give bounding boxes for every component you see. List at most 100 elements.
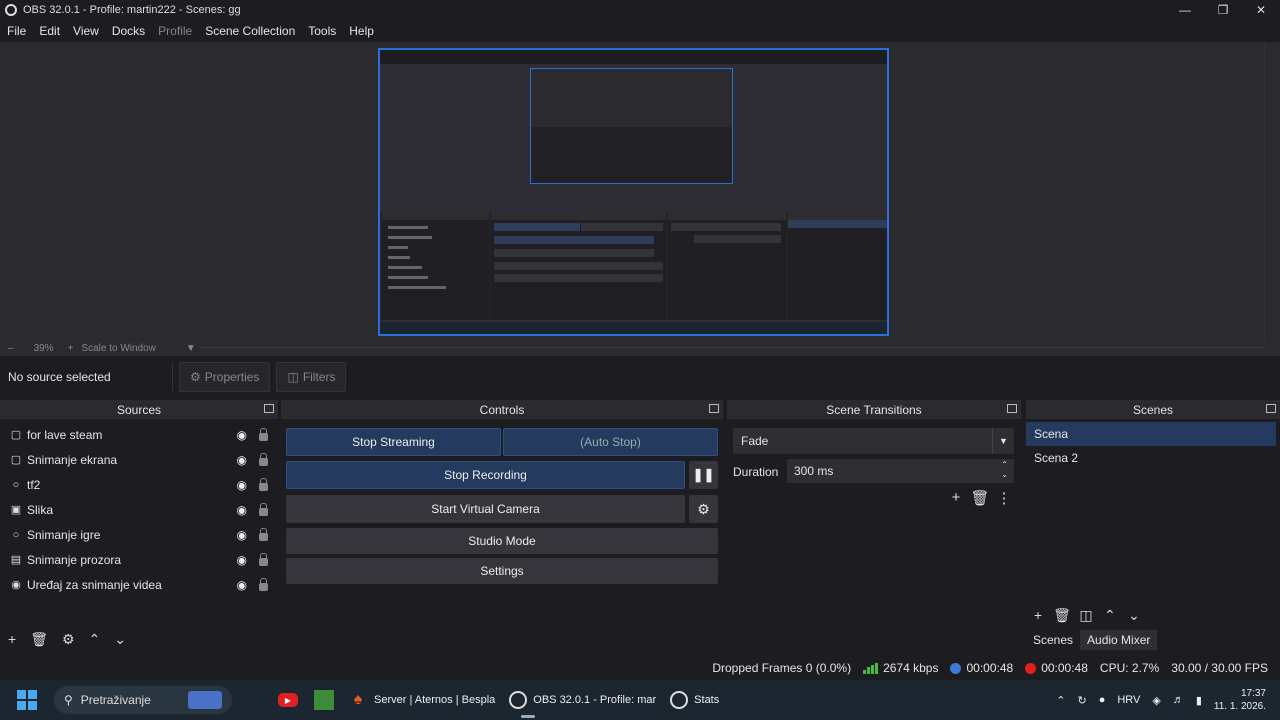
source-item[interactable]: ▢ for lave steam ◉ (0, 422, 278, 447)
transition-menu-button[interactable]: ⋮ (992, 489, 1016, 507)
tab-audio-mixer[interactable]: Audio Mixer (1080, 630, 1158, 650)
undock-icon[interactable] (1007, 404, 1017, 413)
youtube-app-icon[interactable]: ▶ (278, 682, 304, 718)
settings-button[interactable]: Settings (286, 558, 718, 584)
restore-button[interactable]: ❐ (1204, 0, 1242, 20)
system-tray: ⌃ ↻ ● HRV ◈ ♬ ▮ 17:37 11. 1. 2026. (1056, 680, 1280, 720)
lock-icon[interactable] (259, 528, 268, 541)
visibility-eye-icon[interactable]: ◉ (237, 428, 247, 442)
taskbar-app-stats[interactable]: Stats (670, 682, 719, 718)
visibility-eye-icon[interactable]: ◉ (237, 553, 247, 567)
studio-mode-button[interactable]: Studio Mode (286, 528, 718, 554)
zoom-out-button[interactable]: – (8, 343, 14, 354)
preview-canvas[interactable] (378, 48, 889, 336)
language-indicator[interactable]: HRV (1117, 694, 1140, 706)
move-down-button[interactable]: ⌄ (114, 631, 126, 648)
remove-source-button[interactable]: 🗑 (30, 631, 48, 648)
wifi-icon[interactable]: ◈ (1152, 694, 1160, 707)
scene-filters-button[interactable]: ◫ (1074, 607, 1098, 624)
lock-icon[interactable] (259, 553, 268, 566)
lock-icon[interactable] (259, 503, 268, 516)
visibility-eye-icon[interactable]: ◉ (237, 528, 247, 542)
virtual-camera-settings-button[interactable]: ⚙ (689, 495, 718, 523)
source-name: Snimanje ekrana (27, 452, 118, 467)
add-source-button[interactable]: + (8, 631, 16, 647)
add-transition-button[interactable]: + (944, 489, 968, 507)
scenes-header: Scenes (1026, 400, 1280, 419)
duration-input[interactable]: 300 ms ⌃ ⌄ (787, 459, 1014, 483)
sources-list: ▢ for lave steam ◉ ▢ Snimanje ekrana ◉ ○… (0, 422, 278, 597)
undock-icon[interactable] (264, 404, 274, 413)
source-item[interactable]: ▣ Slika ◉ (0, 497, 278, 522)
move-up-button[interactable]: ⌃ (89, 631, 101, 648)
chevron-down-icon[interactable]: ▼ (186, 343, 196, 354)
streaming-icon (950, 662, 962, 674)
lock-icon[interactable] (259, 428, 268, 441)
bitrate-value: 2674 kbps (883, 661, 939, 675)
stop-streaming-button[interactable]: Stop Streaming (286, 428, 501, 456)
menu-file[interactable]: File (7, 24, 26, 38)
windows-start-icon[interactable] (17, 690, 37, 710)
visibility-eye-icon[interactable]: ◉ (237, 503, 247, 517)
stop-recording-button[interactable]: Stop Recording (286, 461, 685, 489)
chevron-up-icon[interactable]: ⌃ (1056, 694, 1065, 707)
properties-button[interactable]: ⚙ Properties (179, 362, 271, 392)
add-scene-button[interactable]: + (1026, 607, 1050, 624)
menu-tools[interactable]: Tools (308, 24, 336, 38)
lock-icon[interactable] (259, 478, 268, 491)
visibility-eye-icon[interactable]: ◉ (237, 578, 247, 592)
source-item[interactable]: ○ tf2 ◉ (0, 472, 278, 497)
visibility-eye-icon[interactable]: ◉ (237, 478, 247, 492)
transition-select[interactable]: Fade ▼ (733, 428, 1014, 454)
source-properties-button[interactable]: ⚙ (62, 631, 75, 648)
lock-icon[interactable] (259, 453, 268, 466)
menu-docks[interactable]: Docks (112, 24, 145, 38)
scene-item[interactable]: Scena 2 (1026, 446, 1276, 470)
source-name: for lave steam (27, 427, 103, 442)
clock[interactable]: 17:37 11. 1. 2026. (1214, 687, 1266, 713)
minimize-button[interactable]: — (1166, 0, 1204, 20)
microphone-icon[interactable]: ● (1099, 694, 1106, 706)
preview-nested-controls (491, 212, 666, 320)
tab-scenes[interactable]: Scenes (1026, 630, 1080, 650)
gamepad-icon: ○ (12, 528, 20, 541)
menu-edit[interactable]: Edit (39, 24, 60, 38)
taskbar-app-browser[interactable]: ♠ Server | Aternos | Bespla (348, 682, 496, 718)
battery-icon[interactable]: ▮ (1196, 694, 1202, 707)
zoom-level: 39% (33, 342, 54, 354)
no-source-label: No source selected (8, 370, 111, 384)
start-virtual-camera-button[interactable]: Start Virtual Camera (286, 495, 685, 523)
scale-mode-select[interactable]: Scale to Window (81, 343, 155, 354)
remove-scene-button[interactable]: 🗑 (1050, 607, 1074, 624)
scene-item[interactable]: Scena (1026, 422, 1276, 446)
preview-scrollbar[interactable] (1264, 42, 1280, 340)
taskbar-app-obs[interactable]: OBS 32.0.1 - Profile: mar (509, 682, 656, 718)
undock-icon[interactable] (709, 404, 719, 413)
taskbar-search[interactable]: ⚲ Pretraživanje (54, 686, 232, 714)
minecraft-app-icon[interactable] (314, 682, 340, 718)
close-button[interactable]: ✕ (1242, 0, 1280, 20)
zoom-in-button[interactable]: + (68, 343, 74, 354)
menu-profile[interactable]: Profile (158, 24, 192, 38)
visibility-eye-icon[interactable]: ◉ (237, 453, 247, 467)
scene-move-up-button[interactable]: ⌃ (1098, 607, 1122, 624)
pause-icon: ❚❚ (692, 467, 715, 482)
source-item[interactable]: ▢ Snimanje ekrana ◉ (0, 447, 278, 472)
lock-icon[interactable] (259, 578, 268, 591)
volume-icon[interactable]: ♬ (1173, 694, 1184, 706)
undock-icon[interactable] (1266, 404, 1276, 413)
spin-arrows-icon[interactable]: ⌃ ⌄ (1001, 460, 1008, 480)
menu-view[interactable]: View (73, 24, 99, 38)
auto-stop-button[interactable]: (Auto Stop) (503, 428, 718, 456)
source-item[interactable]: ○ Snimanje igre ◉ (0, 522, 278, 547)
sync-icon[interactable]: ↻ (1077, 694, 1086, 707)
remove-transition-button[interactable]: 🗑 (968, 489, 992, 507)
search-placeholder: Pretraživanje (80, 693, 151, 707)
source-item[interactable]: ◉ Uređaj za snimanje videa ◉ (0, 572, 278, 597)
filters-button[interactable]: ◫ Filters (276, 362, 347, 392)
menu-scene-collection[interactable]: Scene Collection (205, 24, 295, 38)
pause-recording-button[interactable]: ❚❚ (689, 461, 718, 489)
menu-help[interactable]: Help (349, 24, 374, 38)
scene-move-down-button[interactable]: ⌄ (1122, 607, 1146, 624)
source-item[interactable]: ▤ Snimanje prozora ◉ (0, 547, 278, 572)
